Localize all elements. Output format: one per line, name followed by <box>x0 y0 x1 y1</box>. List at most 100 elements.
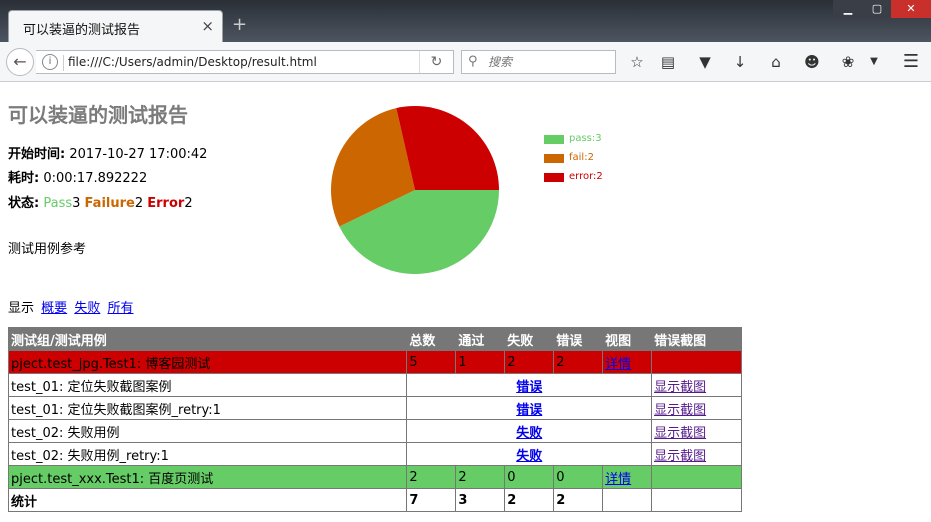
url-text[interactable]: file:///C:/Users/admin/Desktop/result.ht… <box>68 55 317 69</box>
header-error: 错误 <box>553 327 604 351</box>
total-error: 2 <box>553 488 604 512</box>
duration-value: 0:00:17.892222 <box>43 171 148 186</box>
case-row: test_01: 定位失败截图案例_retry:1 错误 显示截图 <box>7 396 742 420</box>
legend-label: fail:2 <box>569 152 594 163</box>
group-pass: 2 <box>455 465 506 489</box>
case-screenshot-cell: 显示截图 <box>651 442 742 466</box>
case-result-link[interactable]: 失败 <box>516 426 542 441</box>
group-fail: 2 <box>504 350 555 374</box>
tab-title: 可以装逼的测试报告 <box>23 23 141 38</box>
group-detail-link[interactable]: 详情 <box>605 357 631 372</box>
total-pass: 3 <box>455 488 506 512</box>
total-fail: 2 <box>504 488 555 512</box>
group-view-cell: 详情 <box>602 465 653 489</box>
case-screenshot-cell: 显示截图 <box>651 396 742 420</box>
group-fail: 0 <box>504 465 555 489</box>
pocket-icon[interactable]: ▼ <box>695 52 715 72</box>
group-pass: 1 <box>455 350 506 374</box>
filter-failed-link[interactable]: 失败 <box>74 301 100 316</box>
case-name: test_02: 失败用例_retry:1 <box>7 442 408 466</box>
case-result-cell: 失败 <box>406 442 653 466</box>
case-result-link[interactable]: 错误 <box>516 403 542 418</box>
bookmark-star-icon[interactable]: ☆ <box>627 52 647 72</box>
screenshot-link[interactable]: 显示截图 <box>654 426 706 441</box>
total-empty-cell <box>651 488 742 512</box>
new-tab-icon[interactable]: + <box>232 14 247 35</box>
header-pass: 通过 <box>455 327 506 351</box>
case-result-cell: 失败 <box>406 419 653 443</box>
reading-list-icon[interactable]: ▤ <box>658 52 678 72</box>
case-row: test_02: 失败用例_retry:1 失败 显示截图 <box>7 442 742 466</box>
group-name: pject.test_jpg.Test1: 博客园测试 <box>7 350 408 374</box>
reload-icon[interactable]: ↻ <box>419 51 453 73</box>
display-filter: 显示 概要 失败 所有 <box>8 297 133 316</box>
case-result-link[interactable]: 错误 <box>516 380 542 395</box>
group-error: 0 <box>553 465 604 489</box>
back-arrow-icon[interactable]: ← <box>6 48 34 76</box>
minimize-icon: ▁ <box>843 2 853 15</box>
group-detail-link[interactable]: 详情 <box>605 472 631 487</box>
case-result-cell: 错误 <box>406 396 653 420</box>
case-row: test_01: 定位失败截图案例 错误 显示截图 <box>7 373 742 397</box>
group-total: 5 <box>406 350 457 374</box>
case-result-cell: 错误 <box>406 373 653 397</box>
group-empty-cell <box>651 465 742 489</box>
tab-close-icon[interactable]: × <box>201 17 214 35</box>
search-input[interactable] <box>486 53 612 71</box>
hamburger-menu-icon[interactable]: ☰ <box>901 52 921 72</box>
minimize-button[interactable]: ▁ <box>833 0 863 18</box>
status-label: 状态: <box>8 196 40 211</box>
table-header-row: 测试组/测试用例 总数 通过 失败 错误 视图 错误截图 <box>7 327 742 351</box>
maximize-icon: ▢ <box>871 2 883 15</box>
dropdown-icon[interactable]: ▼ <box>864 52 884 72</box>
screenshot-link[interactable]: 显示截图 <box>654 449 706 464</box>
legend-swatch <box>544 135 564 144</box>
group-error: 2 <box>553 350 604 374</box>
group-view-cell: 详情 <box>602 350 653 374</box>
case-screenshot-cell: 显示截图 <box>651 373 742 397</box>
filter-all-link[interactable]: 所有 <box>107 301 133 316</box>
search-box[interactable]: ⚲ <box>461 50 616 74</box>
total-empty-cell <box>602 488 653 512</box>
close-window-button[interactable]: ✕ <box>891 0 931 18</box>
header-view: 视图 <box>602 327 653 351</box>
filter-summary-link[interactable]: 概要 <box>41 301 67 316</box>
legend-swatch <box>544 154 564 163</box>
home-icon[interactable]: ⌂ <box>766 52 786 72</box>
duration-label: 耗时: <box>8 171 40 186</box>
close-icon: ✕ <box>906 2 916 15</box>
group-empty-cell <box>651 350 742 374</box>
url-separator <box>63 55 64 71</box>
case-screenshot-cell: 显示截图 <box>651 419 742 443</box>
download-icon[interactable]: ↓ <box>730 52 750 72</box>
address-bar[interactable]: i file:///C:/Users/admin/Desktop/result.… <box>36 50 454 74</box>
case-result-link[interactable]: 失败 <box>516 449 542 464</box>
maximize-button[interactable]: ▢ <box>862 0 892 18</box>
start-time: 开始时间: 2017-10-27 17:00:42 <box>8 143 207 162</box>
status-pass-label: Pass <box>43 196 73 211</box>
search-icon: ⚲ <box>468 54 478 69</box>
group-total: 2 <box>406 465 457 489</box>
legend-label: error:2 <box>569 171 603 182</box>
status: 状态: Pass3 Failure2 Error2 <box>8 192 193 211</box>
browser-tab[interactable]: 可以装逼的测试报告 × <box>8 10 223 42</box>
report-page: 可以装逼的测试报告 开始时间: 2017-10-27 17:00:42 耗时: … <box>0 83 931 522</box>
start-time-label: 开始时间: <box>8 147 66 162</box>
screenshot-link[interactable]: 显示截图 <box>654 380 706 395</box>
page-title: 可以装逼的测试报告 <box>8 103 188 127</box>
header-case: 测试组/测试用例 <box>7 327 408 351</box>
total-label: 统计 <box>7 488 408 512</box>
status-failure-count: 2 <box>134 196 144 211</box>
status-failure-label: Failure <box>84 196 135 211</box>
status-error-label: Error <box>147 196 185 211</box>
info-icon[interactable]: i <box>42 54 58 70</box>
group-name: pject.test_xxx.Test1: 百度页测试 <box>7 465 408 489</box>
extension-icon[interactable]: ❀ <box>838 52 858 72</box>
group-row-fail: pject.test_jpg.Test1: 博客园测试 5 1 2 2 详情 <box>7 350 742 374</box>
header-fail: 失败 <box>504 327 555 351</box>
legend-swatch <box>544 173 564 182</box>
case-row: test_02: 失败用例 失败 显示截图 <box>7 419 742 443</box>
case-name: test_01: 定位失败截图案例 <box>7 373 408 397</box>
smiley-icon[interactable]: ☻ <box>802 52 822 72</box>
screenshot-link[interactable]: 显示截图 <box>654 403 706 418</box>
